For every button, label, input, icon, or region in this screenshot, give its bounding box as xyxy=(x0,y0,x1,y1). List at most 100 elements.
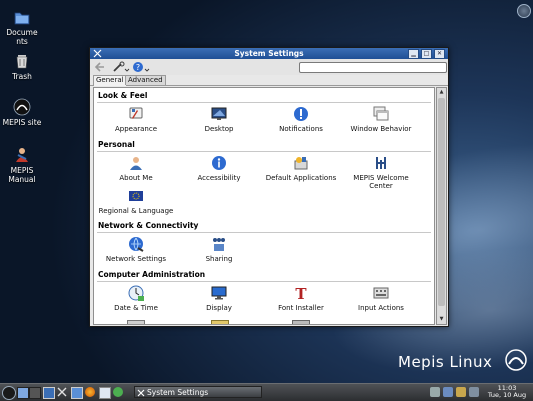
settings-item-label: Regional & Language xyxy=(98,207,174,215)
maximize-button[interactable]: □ xyxy=(421,49,432,59)
settings-item-label: Display xyxy=(206,304,232,312)
chat-icon[interactable] xyxy=(113,387,123,397)
settings-item-label: Window Behavior xyxy=(350,125,412,133)
minimize-button[interactable]: ▁ xyxy=(408,49,419,59)
section-title-personal: Personal xyxy=(98,140,135,149)
help-icon[interactable]: ? xyxy=(132,61,150,73)
partial-row-icon xyxy=(211,320,229,324)
show-desktop-icon[interactable] xyxy=(43,387,55,399)
trash-icon xyxy=(13,52,31,70)
clock-icon xyxy=(128,285,144,301)
desktop-toolbox-icon[interactable] xyxy=(517,4,531,18)
settings-item-mepis-welcome-center[interactable]: MEPIS Welcome Center xyxy=(341,155,421,190)
file-manager-icon[interactable] xyxy=(71,387,83,399)
settings-item-network-settings[interactable]: Network Settings xyxy=(96,236,176,263)
clipboard-icon[interactable] xyxy=(456,387,466,397)
pager-desktop-1[interactable] xyxy=(17,387,29,399)
display-icon xyxy=(211,285,227,301)
window-behavior-icon xyxy=(373,106,389,122)
settings-item-label: Network Settings xyxy=(105,255,167,263)
vertical-scrollbar[interactable]: ▲ ▼ xyxy=(436,87,447,325)
settings-item-label: Desktop xyxy=(204,125,234,133)
system-settings-launcher-icon[interactable] xyxy=(57,387,67,397)
folder-icon xyxy=(13,8,31,26)
window-titlebar[interactable]: System Settings ▁ □ ✕ xyxy=(90,48,448,59)
mepis-site-icon xyxy=(13,98,31,116)
close-button[interactable]: ✕ xyxy=(434,49,445,59)
divider xyxy=(97,151,431,152)
desktop-icon-trash[interactable]: Trash xyxy=(2,52,42,81)
tools-icon xyxy=(137,389,145,397)
about-me-icon xyxy=(128,155,144,171)
settings-item-notifications[interactable]: Notifications xyxy=(261,106,341,133)
desktop-icon-documents[interactable]: Docume nts xyxy=(2,8,42,46)
settings-item-desktop[interactable]: Desktop xyxy=(179,106,259,133)
desktop-icon-label: Trash xyxy=(12,72,32,81)
settings-item-font-installer[interactable]: T Font Installer xyxy=(261,285,341,312)
back-arrow-icon[interactable] xyxy=(94,61,106,73)
settings-item-label: About Me xyxy=(119,174,153,182)
settings-item-accessibility[interactable]: Accessibility xyxy=(179,155,259,182)
settings-item-label: Default Applications xyxy=(265,174,337,182)
manual-icon xyxy=(13,146,31,164)
settings-item-label: Appearance xyxy=(114,125,158,133)
desktop-icon-mepis-site[interactable]: MEPIS site xyxy=(2,98,42,127)
configure-tools-icon[interactable] xyxy=(112,61,130,73)
mepis-welcome-icon xyxy=(373,155,389,171)
settings-item-about-me[interactable]: About Me xyxy=(96,155,176,182)
desktop-icon-label: Docume nts xyxy=(6,28,38,46)
settings-item-regional-language[interactable]: Regional & Language xyxy=(96,188,176,215)
notifications-icon xyxy=(293,106,309,122)
pager-desktop-2[interactable] xyxy=(29,387,41,399)
settings-item-sharing[interactable]: Sharing xyxy=(179,236,259,263)
mail-icon[interactable] xyxy=(99,387,111,399)
mepis-logo-icon xyxy=(505,349,527,371)
svg-text:T: T xyxy=(295,285,307,301)
firefox-icon[interactable] xyxy=(85,387,95,397)
section-title-computer-administration: Computer Administration xyxy=(98,270,206,279)
partial-row-icon xyxy=(292,320,310,324)
divider xyxy=(97,232,431,233)
scroll-down-arrow-icon[interactable]: ▼ xyxy=(437,315,446,323)
tab-general[interactable]: General xyxy=(93,75,127,86)
clock-date: Tue, 10 Aug xyxy=(487,391,527,399)
taskbar: System Settings 11:03 Tue, 10 Aug xyxy=(0,383,533,401)
settings-item-input-actions[interactable]: Input Actions xyxy=(341,285,421,312)
window-title: System Settings xyxy=(234,49,304,58)
volume-icon[interactable] xyxy=(430,387,440,397)
task-button-system-settings[interactable]: System Settings xyxy=(134,386,262,398)
settings-item-label: Accessibility xyxy=(197,174,241,182)
network-tray-icon[interactable] xyxy=(443,387,453,397)
svg-text:?: ? xyxy=(136,63,140,72)
settings-item-display[interactable]: Display xyxy=(179,285,259,312)
settings-item-window-behavior[interactable]: Window Behavior xyxy=(341,106,421,133)
tab-advanced[interactable]: Advanced xyxy=(125,75,166,85)
clock[interactable]: 11:03 Tue, 10 Aug xyxy=(484,385,530,399)
divider xyxy=(97,281,431,282)
search-input[interactable] xyxy=(299,62,447,73)
desktop-icon-label: MEPIS site xyxy=(2,118,42,127)
settings-item-label: Notifications xyxy=(279,125,323,133)
accessibility-icon xyxy=(211,155,227,171)
settings-item-appearance[interactable]: Appearance xyxy=(96,106,176,133)
kickoff-menu-icon[interactable] xyxy=(2,386,16,400)
desktop-icon-label: MEPIS Manual xyxy=(8,166,36,184)
scrollbar-thumb[interactable] xyxy=(438,98,445,306)
settings-panel: Look & Feel Appearance Desktop Notificat… xyxy=(93,87,435,325)
settings-item-label: Input Actions xyxy=(358,304,404,312)
settings-item-label: MEPIS Welcome Center xyxy=(353,174,409,190)
settings-item-date-time[interactable]: Date & Time xyxy=(96,285,176,312)
section-title-network-connectivity: Network & Connectivity xyxy=(98,221,199,230)
settings-item-label: Sharing xyxy=(205,255,233,263)
section-title-look-and-feel: Look & Feel xyxy=(98,91,148,100)
network-settings-icon xyxy=(128,236,144,252)
desktop-icon-mepis-manual[interactable]: MEPIS Manual xyxy=(2,146,42,184)
settings-item-label: Font Installer xyxy=(278,304,324,312)
settings-item-label: Date & Time xyxy=(114,304,158,312)
settings-item-default-applications[interactable]: Default Applications xyxy=(261,155,341,182)
notification-tray-icon[interactable] xyxy=(469,387,479,397)
tab-bar: General Advanced xyxy=(90,75,448,86)
task-button-label: System Settings xyxy=(147,388,209,397)
system-settings-window: System Settings ▁ □ ✕ ? General Advanced… xyxy=(89,47,449,327)
scroll-up-arrow-icon[interactable]: ▲ xyxy=(437,88,446,96)
